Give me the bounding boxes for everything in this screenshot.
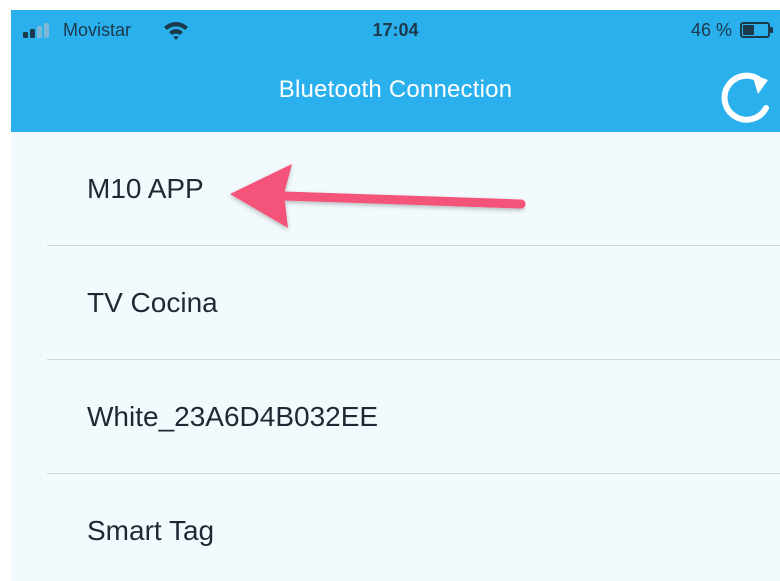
- device-name: White_23A6D4B032EE: [87, 401, 379, 432]
- status-time: 17:04: [372, 20, 419, 40]
- status-bar: Movistar 17:04 46 %: [11, 10, 780, 56]
- battery-icon: [740, 22, 773, 38]
- refresh-icon[interactable]: [716, 66, 780, 132]
- page-title: Bluetooth Connection: [278, 76, 513, 103]
- device-name: Smart Tag: [87, 515, 215, 546]
- battery-percentage: 46 %: [690, 20, 732, 40]
- device-row-white[interactable]: White_23A6D4B032EE: [11, 360, 780, 474]
- pointer-arrow-icon: [230, 164, 526, 228]
- device-name: TV Cocina: [87, 287, 218, 318]
- device-name: M10 APP: [87, 173, 204, 204]
- app-screen: Movistar 17:04 46 % Bluetooth Connection…: [11, 10, 780, 581]
- navigation-header: Movistar 17:04 46 % Bluetooth Connection: [11, 10, 780, 132]
- device-row-tv-cocina[interactable]: TV Cocina: [11, 246, 780, 360]
- device-row-smart-tag[interactable]: Smart Tag: [11, 474, 780, 581]
